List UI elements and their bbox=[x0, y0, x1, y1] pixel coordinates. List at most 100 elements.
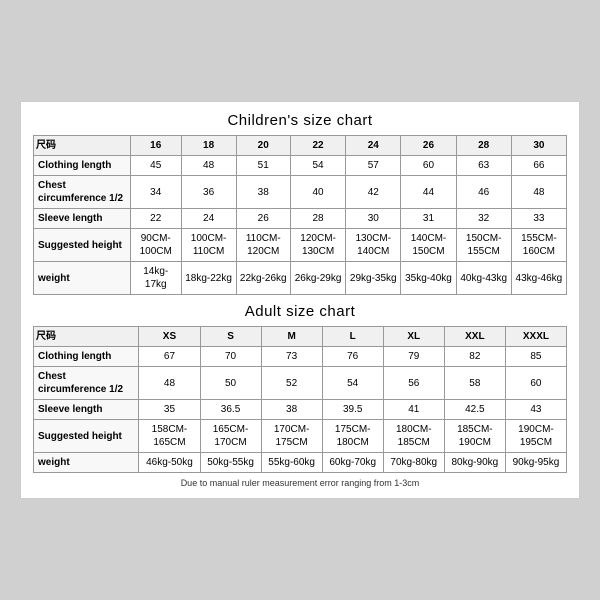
row-label-3: Suggested height bbox=[34, 229, 131, 262]
cell-0-3: 76 bbox=[322, 347, 383, 367]
row-label-4: weight bbox=[34, 453, 139, 473]
cell-2-2: 26 bbox=[236, 209, 290, 229]
cell-3-0: 158CM-165CM bbox=[139, 420, 200, 453]
cell-3-2: 110CM-120CM bbox=[236, 229, 290, 262]
cell-1-5: 58 bbox=[444, 367, 505, 400]
cell-1-3: 54 bbox=[322, 367, 383, 400]
cell-0-0: 67 bbox=[139, 347, 200, 367]
cell-1-7: 48 bbox=[511, 176, 566, 209]
table-row: weight14kg-17kg18kg-22kg22kg-26kg26kg-29… bbox=[34, 262, 567, 295]
cell-1-4: 42 bbox=[346, 176, 401, 209]
cell-0-2: 51 bbox=[236, 156, 290, 176]
cell-2-5: 31 bbox=[401, 209, 456, 229]
size-chart-container: Children's size chart 尺码1618202224262830… bbox=[20, 101, 580, 499]
table-row: Clothing length4548515457606366 bbox=[34, 156, 567, 176]
cell-3-3: 120CM-130CM bbox=[290, 229, 345, 262]
col-header-0: 尺码 bbox=[34, 136, 131, 156]
cell-2-4: 30 bbox=[346, 209, 401, 229]
cell-0-2: 73 bbox=[261, 347, 322, 367]
table-row: Sleeve length3536.53839.54142.543 bbox=[34, 400, 567, 420]
cell-2-3: 39.5 bbox=[322, 400, 383, 420]
cell-4-4: 70kg-80kg bbox=[383, 453, 444, 473]
cell-0-0: 45 bbox=[130, 156, 181, 176]
cell-4-1: 18kg-22kg bbox=[181, 262, 236, 295]
children-chart-title: Children's size chart bbox=[33, 112, 567, 129]
cell-2-1: 24 bbox=[181, 209, 236, 229]
cell-4-0: 46kg-50kg bbox=[139, 453, 200, 473]
cell-2-4: 41 bbox=[383, 400, 444, 420]
col-header-4: 22 bbox=[290, 136, 345, 156]
cell-2-0: 22 bbox=[130, 209, 181, 229]
row-label-4: weight bbox=[34, 262, 131, 295]
cell-0-1: 70 bbox=[200, 347, 261, 367]
cell-2-5: 42.5 bbox=[444, 400, 505, 420]
cell-1-1: 50 bbox=[200, 367, 261, 400]
col-header-1: 16 bbox=[130, 136, 181, 156]
row-label-3: Suggested height bbox=[34, 420, 139, 453]
cell-3-5: 140CM-150CM bbox=[401, 229, 456, 262]
table-row: weight46kg-50kg50kg-55kg55kg-60kg60kg-70… bbox=[34, 453, 567, 473]
table-row: Suggested height158CM-165CM165CM-170CM17… bbox=[34, 420, 567, 453]
cell-0-5: 60 bbox=[401, 156, 456, 176]
col-header-5: XL bbox=[383, 327, 444, 347]
cell-0-6: 85 bbox=[505, 347, 566, 367]
adult-header-row: 尺码XSSMLXLXXLXXXL bbox=[34, 327, 567, 347]
adult-chart-title: Adult size chart bbox=[33, 303, 567, 320]
cell-4-3: 60kg-70kg bbox=[322, 453, 383, 473]
cell-2-0: 35 bbox=[139, 400, 200, 420]
children-header-row: 尺码1618202224262830 bbox=[34, 136, 567, 156]
col-header-2: 18 bbox=[181, 136, 236, 156]
cell-4-6: 90kg-95kg bbox=[505, 453, 566, 473]
cell-1-3: 40 bbox=[290, 176, 345, 209]
cell-4-0: 14kg-17kg bbox=[130, 262, 181, 295]
col-header-8: 30 bbox=[511, 136, 566, 156]
cell-1-6: 46 bbox=[456, 176, 511, 209]
cell-4-5: 80kg-90kg bbox=[444, 453, 505, 473]
cell-0-4: 79 bbox=[383, 347, 444, 367]
cell-4-2: 22kg-26kg bbox=[236, 262, 290, 295]
footer-note: Due to manual ruler measurement error ra… bbox=[33, 478, 567, 488]
table-row: Chest circumference 1/248505254565860 bbox=[34, 367, 567, 400]
cell-2-6: 32 bbox=[456, 209, 511, 229]
cell-2-1: 36.5 bbox=[200, 400, 261, 420]
row-label-2: Sleeve length bbox=[34, 400, 139, 420]
cell-3-2: 170CM-175CM bbox=[261, 420, 322, 453]
cell-4-3: 26kg-29kg bbox=[290, 262, 345, 295]
cell-1-1: 36 bbox=[181, 176, 236, 209]
table-row: Suggested height90CM-100CM100CM-110CM110… bbox=[34, 229, 567, 262]
cell-2-3: 28 bbox=[290, 209, 345, 229]
row-label-0: Clothing length bbox=[34, 347, 139, 367]
cell-4-5: 35kg-40kg bbox=[401, 262, 456, 295]
cell-0-7: 66 bbox=[511, 156, 566, 176]
cell-2-6: 43 bbox=[505, 400, 566, 420]
cell-1-0: 48 bbox=[139, 367, 200, 400]
row-label-2: Sleeve length bbox=[34, 209, 131, 229]
cell-3-6: 190CM-195CM bbox=[505, 420, 566, 453]
adult-table: 尺码XSSMLXLXXLXXXL Clothing length67707376… bbox=[33, 326, 567, 473]
cell-4-4: 29kg-35kg bbox=[346, 262, 401, 295]
table-row: Sleeve length2224262830313233 bbox=[34, 209, 567, 229]
cell-1-5: 44 bbox=[401, 176, 456, 209]
cell-0-5: 82 bbox=[444, 347, 505, 367]
cell-1-2: 52 bbox=[261, 367, 322, 400]
cell-3-1: 100CM-110CM bbox=[181, 229, 236, 262]
cell-3-7: 155CM-160CM bbox=[511, 229, 566, 262]
cell-1-2: 38 bbox=[236, 176, 290, 209]
table-row: Clothing length67707376798285 bbox=[34, 347, 567, 367]
col-header-2: S bbox=[200, 327, 261, 347]
row-label-0: Clothing length bbox=[34, 156, 131, 176]
cell-4-2: 55kg-60kg bbox=[261, 453, 322, 473]
row-label-1: Chest circumference 1/2 bbox=[34, 176, 131, 209]
col-header-6: XXL bbox=[444, 327, 505, 347]
row-label-1: Chest circumference 1/2 bbox=[34, 367, 139, 400]
col-header-3: M bbox=[261, 327, 322, 347]
cell-1-6: 60 bbox=[505, 367, 566, 400]
cell-3-0: 90CM-100CM bbox=[130, 229, 181, 262]
cell-3-5: 185CM-190CM bbox=[444, 420, 505, 453]
cell-3-1: 165CM-170CM bbox=[200, 420, 261, 453]
col-header-4: L bbox=[322, 327, 383, 347]
children-table: 尺码1618202224262830 Clothing length454851… bbox=[33, 135, 567, 295]
col-header-0: 尺码 bbox=[34, 327, 139, 347]
col-header-3: 20 bbox=[236, 136, 290, 156]
col-header-7: XXXL bbox=[505, 327, 566, 347]
